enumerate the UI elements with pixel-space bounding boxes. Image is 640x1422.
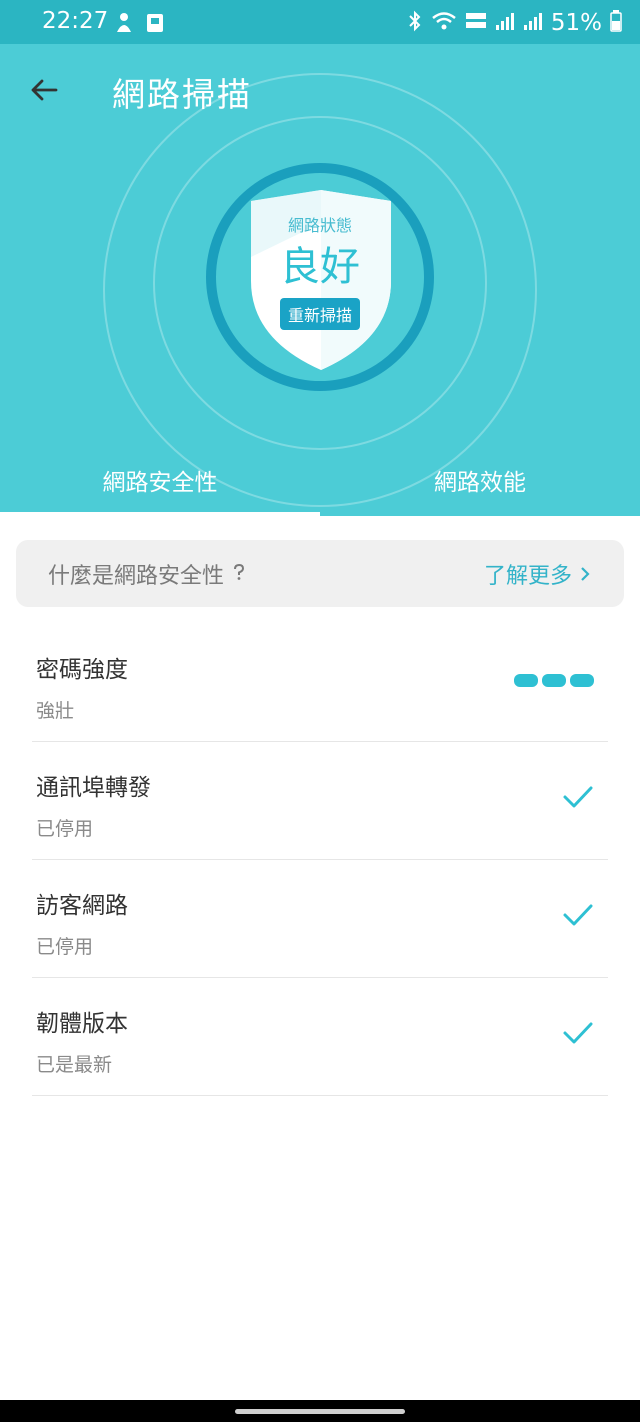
- tab-security-label: 網路安全性: [102, 470, 218, 496]
- learn-more-label: 了解更多: [483, 563, 572, 589]
- list-item-guest-network: 訪客網路 已停用: [32, 860, 608, 978]
- password-strength-indicator: [514, 666, 594, 687]
- signal-icon: [495, 11, 515, 35]
- volte-icon: [465, 10, 487, 36]
- question-icon: [232, 563, 246, 585]
- back-button[interactable]: [22, 68, 66, 112]
- checkmark-icon: [562, 784, 594, 814]
- info-question-text: 什麼是網路安全性: [48, 563, 225, 589]
- arrow-left-icon: [31, 79, 58, 101]
- list-item-password-strength: 密碼強度 強壯: [32, 624, 608, 742]
- strength-bar: [514, 674, 538, 687]
- home-gesture-handle[interactable]: [235, 1409, 405, 1414]
- status-icons: 51%: [407, 10, 622, 36]
- status-bar: 22:27 51%: [0, 0, 640, 44]
- strength-bar: [570, 674, 594, 687]
- network-status-value: 良好: [280, 244, 360, 290]
- item-status: 已停用: [36, 818, 94, 840]
- strength-bar: [542, 674, 566, 687]
- network-status-label: 網路狀態: [287, 216, 352, 235]
- tab-performance-label: 網路效能: [434, 470, 526, 496]
- checkmark-icon: [562, 902, 594, 932]
- item-title: 通訊埠轉發: [36, 775, 151, 801]
- wifi-icon: [431, 11, 457, 35]
- item-status: 強壯: [36, 700, 75, 722]
- learn-more-link[interactable]: 了解更多: [484, 558, 590, 590]
- status-time: 22:27: [42, 8, 109, 34]
- tab-security[interactable]: 網路安全性: [0, 444, 320, 516]
- item-status: 已停用: [36, 936, 94, 958]
- rescan-button[interactable]: 重新掃描: [280, 298, 360, 330]
- battery-percent: 51%: [550, 10, 602, 36]
- battery-icon: [610, 10, 622, 36]
- list-item-firmware-version: 韌體版本 已是最新: [32, 978, 608, 1096]
- security-info-card: 什麼是網路安全性 了解更多: [16, 540, 624, 607]
- security-items-list: 密碼強度 強壯 通訊埠轉發 已停用 訪客網路 已停用 韌體版本 已是最新: [32, 624, 608, 1096]
- item-status: 已是最新: [36, 1054, 113, 1076]
- app-notification-icon: [144, 12, 164, 34]
- item-title: 韌體版本: [36, 1011, 128, 1037]
- info-question: 什麼是網路安全性: [48, 558, 246, 590]
- chevron-right-icon: [581, 566, 590, 581]
- item-title: 訪客網路: [36, 893, 128, 919]
- signal-roaming-icon: [523, 11, 543, 35]
- checkmark-icon: [562, 1020, 594, 1050]
- tab-active-indicator: [0, 512, 320, 516]
- scan-header: 網路掃描 網路狀態 良好 重新掃描 網路安全性 網路效能: [0, 44, 640, 516]
- list-item-port-forwarding: 通訊埠轉發 已停用: [32, 742, 608, 860]
- bluetooth-icon: [407, 10, 423, 36]
- tab-performance[interactable]: 網路效能: [320, 444, 640, 516]
- item-title: 密碼強度: [36, 657, 128, 683]
- notification-icon: [114, 12, 134, 34]
